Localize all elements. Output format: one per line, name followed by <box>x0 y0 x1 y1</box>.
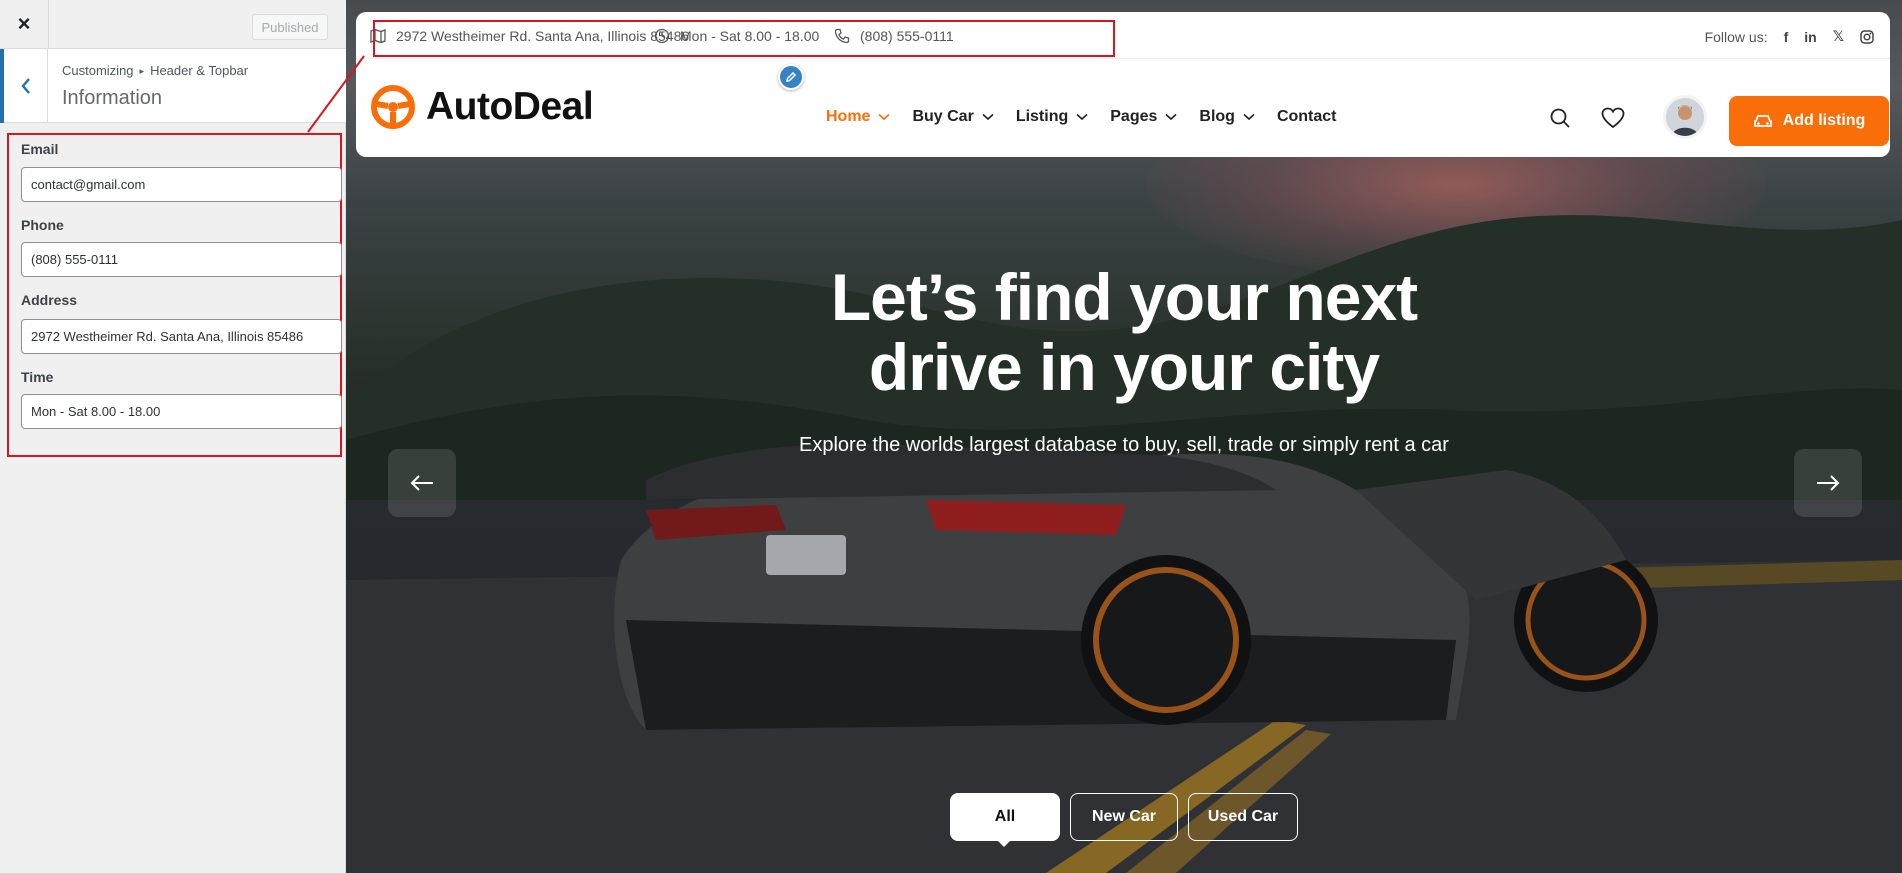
slider-prev-button[interactable] <box>388 449 456 517</box>
site-preview: 2972 Westheimer Rd. Santa Ana, Illinois … <box>346 0 1902 873</box>
add-listing-label: Add listing <box>1782 112 1866 129</box>
chevron-left-icon <box>20 78 30 94</box>
chevron-down-icon <box>878 113 890 121</box>
arrow-right-icon <box>1817 475 1840 491</box>
facebook-icon[interactable]: f <box>1784 29 1789 45</box>
add-listing-button[interactable]: Add listing <box>1729 96 1889 146</box>
hero-title-line-1: Let’s find your next <box>830 260 1418 334</box>
edit-shortcut-button[interactable] <box>778 64 804 90</box>
email-field[interactable] <box>21 167 342 202</box>
x-icon[interactable]: 𝕏 <box>1833 28 1844 45</box>
site-logo[interactable]: AutoDeal <box>370 84 594 130</box>
nav-label: Listing <box>1015 108 1069 125</box>
car-icon <box>1753 115 1772 127</box>
section-header: Customizing ▸ Header & Topbar Information <box>0 49 346 123</box>
tab-new-car[interactable]: New Car <box>1070 793 1178 841</box>
site-header: 2972 Westheimer Rd. Santa Ana, Illinois … <box>356 12 1890 157</box>
hero-subtitle: Explore the worlds largest database to b… <box>799 434 1449 456</box>
heart-icon <box>1601 107 1625 129</box>
customizer-topbar: × Published <box>0 0 346 49</box>
avatar[interactable] <box>1666 98 1704 136</box>
search-icon <box>1550 108 1570 128</box>
tab-all[interactable]: All <box>950 793 1060 841</box>
information-fields-group: Email Phone Address Time <box>7 133 342 457</box>
active-tab-pointer <box>996 839 1012 847</box>
customizer-sidebar: × Published Customizing ▸ Header & Topbar … <box>0 0 346 873</box>
logo-text: AutoDeal <box>426 85 594 128</box>
topbar: 2972 Westheimer Rd. Santa Ana, Illinois … <box>356 12 1890 59</box>
nav-label: Pages <box>1110 108 1158 125</box>
nav-label: Contact <box>1276 108 1337 125</box>
published-button[interactable]: Published <box>252 14 328 40</box>
nav-item-pages[interactable]: Pages <box>1110 108 1177 126</box>
arrow-left-icon <box>410 475 433 491</box>
search-button[interactable] <box>1549 107 1571 134</box>
breadcrumb-root: Customizing <box>62 63 134 78</box>
chevron-down-icon <box>1165 113 1177 121</box>
address-label: Address <box>21 292 78 308</box>
section-title: Information <box>62 87 163 109</box>
breadcrumb-separator: ▸ <box>139 66 145 76</box>
instagram-icon[interactable] <box>1860 29 1874 44</box>
nav-label: Home <box>826 108 871 125</box>
wishlist-button[interactable] <box>1601 107 1625 134</box>
email-label: Email <box>21 141 59 157</box>
back-button[interactable] <box>0 49 48 123</box>
steering-wheel-icon <box>371 85 415 129</box>
time-field[interactable] <box>21 394 342 429</box>
chevron-down-icon <box>982 113 994 121</box>
user-avatar-image <box>1666 98 1704 136</box>
social-follow: Follow us: f in 𝕏 <box>1705 28 1874 45</box>
linkedin-icon[interactable]: in <box>1804 29 1816 45</box>
breadcrumb: Customizing ▸ Header & Topbar <box>62 63 248 78</box>
close-customizer-button[interactable]: × <box>0 0 49 48</box>
nav-item-contact[interactable]: Contact <box>1277 108 1337 126</box>
breadcrumb-section: Header & Topbar <box>150 63 249 78</box>
nav-label: Buy Car <box>912 108 974 125</box>
address-field[interactable] <box>21 319 342 354</box>
nav-item-listing[interactable]: Listing <box>1016 108 1088 126</box>
pencil-icon <box>786 71 797 82</box>
nav-item-home[interactable]: Home <box>826 108 890 126</box>
main-nav: Home Buy Car Listing Pages Blog Contact <box>826 108 1359 126</box>
car-type-tabs: All New Car Used Car <box>950 793 1298 841</box>
phone-label: Phone <box>21 217 64 233</box>
tab-used-car[interactable]: Used Car <box>1188 793 1298 841</box>
topbar-highlight-box <box>373 20 1115 57</box>
slider-next-button[interactable] <box>1794 449 1862 517</box>
follow-label: Follow us: <box>1704 28 1768 45</box>
nav-item-buy-car[interactable]: Buy Car <box>912 108 994 126</box>
nav-item-blog[interactable]: Blog <box>1199 108 1255 126</box>
time-label: Time <box>21 369 54 385</box>
hero-title-line-2: drive in your city <box>868 330 1380 404</box>
chevron-down-icon <box>1076 113 1088 121</box>
phone-field[interactable] <box>21 242 342 277</box>
chevron-down-icon <box>1243 113 1255 121</box>
nav-label: Blog <box>1199 108 1235 125</box>
hero-title: Let’s find your next drive in your city <box>346 262 1902 402</box>
